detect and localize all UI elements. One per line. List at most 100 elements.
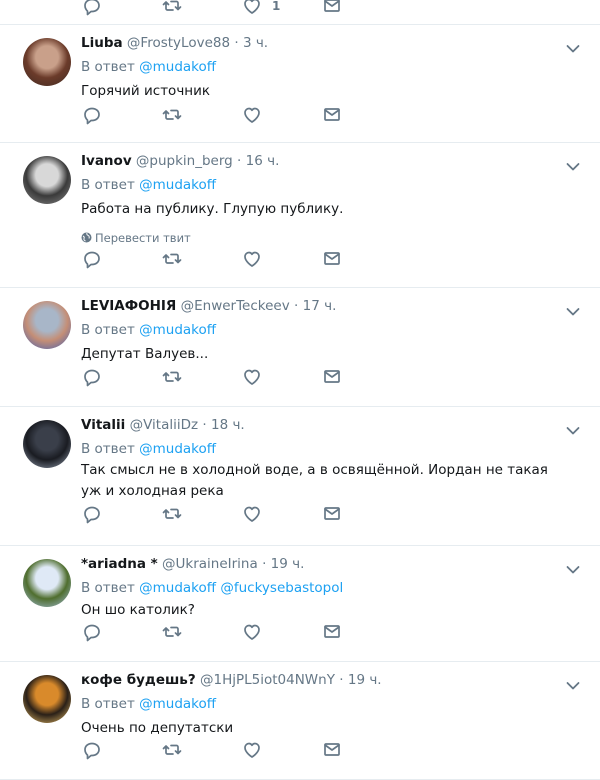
user-handle[interactable]: @UkraineIrina bbox=[162, 556, 258, 572]
retweet-icon[interactable] bbox=[161, 622, 183, 642]
reply-icon[interactable] bbox=[81, 249, 103, 269]
mention-link[interactable]: @fuckysebastopol bbox=[220, 580, 343, 596]
tweet-time[interactable]: 3 ч. bbox=[243, 35, 268, 51]
globe-icon bbox=[81, 231, 95, 245]
reply-icon[interactable] bbox=[81, 0, 103, 16]
avatar[interactable] bbox=[23, 675, 71, 723]
reply-prefix: В ответ bbox=[81, 59, 135, 75]
mention-link[interactable]: @mudakoff bbox=[139, 59, 216, 75]
user-name[interactable]: кофе будешь? bbox=[81, 672, 196, 688]
chevron-down-icon[interactable] bbox=[566, 676, 580, 690]
retweet-icon[interactable] bbox=[161, 249, 183, 269]
user-name[interactable]: Vitalii bbox=[81, 417, 125, 433]
tweet-time[interactable]: 18 ч. bbox=[211, 417, 245, 433]
reply-icon[interactable] bbox=[81, 504, 103, 524]
reply-context: В ответ @mudakoff bbox=[81, 177, 216, 193]
retweet-icon[interactable] bbox=[161, 0, 183, 16]
tweet-item[interactable]: кофе будешь? @1HjPL5iot04NWnY · 19 ч. В о… bbox=[0, 662, 600, 780]
user-name[interactable]: LEVIАФОНІЯ bbox=[81, 298, 176, 314]
avatar[interactable] bbox=[23, 559, 71, 607]
user-name[interactable]: Ivanov bbox=[81, 153, 132, 169]
direct-message-icon[interactable] bbox=[321, 0, 343, 16]
user-handle[interactable]: @FrostyLove88 bbox=[127, 35, 230, 51]
direct-message-icon[interactable] bbox=[321, 622, 343, 642]
separator-dot: · bbox=[262, 556, 267, 572]
mention-link[interactable]: @mudakoff bbox=[139, 322, 216, 338]
tweet-header: Ivanov @pupkin_berg · 16 ч. bbox=[81, 153, 279, 169]
reply-context: В ответ @mudakoff bbox=[81, 59, 216, 75]
chevron-down-icon[interactable] bbox=[566, 560, 580, 574]
tweet-text: Работа на публику. Глупую публику. bbox=[81, 201, 344, 217]
like-icon[interactable] bbox=[241, 0, 263, 16]
direct-message-icon[interactable] bbox=[321, 367, 343, 387]
reply-icon[interactable] bbox=[81, 105, 103, 125]
chevron-down-icon[interactable] bbox=[566, 157, 580, 171]
direct-message-icon[interactable] bbox=[321, 105, 343, 125]
avatar[interactable] bbox=[23, 301, 71, 349]
reply-icon[interactable] bbox=[81, 740, 103, 760]
tweet-time[interactable]: 17 ч. bbox=[303, 298, 337, 314]
tweet-time[interactable]: 16 ч. bbox=[246, 153, 280, 169]
tweet-header: *ariadna * @UkraineIrina · 19 ч. bbox=[81, 556, 304, 572]
tweet-text: Он шо католик? bbox=[81, 602, 195, 618]
chevron-down-icon[interactable] bbox=[566, 421, 580, 435]
separator-dot: · bbox=[237, 153, 242, 169]
user-handle[interactable]: @1HjPL5iot04NWnY bbox=[200, 672, 335, 688]
user-handle[interactable]: @EnwerTeckeev bbox=[181, 298, 290, 314]
like-icon[interactable] bbox=[241, 622, 263, 642]
mention-link[interactable]: @mudakoff bbox=[139, 441, 216, 457]
tweet-text: Так смысл не в холодной воде, а в освящё… bbox=[81, 462, 548, 499]
tweet-item[interactable]: *ariadna * @UkraineIrina · 19 ч. В ответ … bbox=[0, 546, 600, 662]
direct-message-icon[interactable] bbox=[321, 504, 343, 524]
tweet-actions bbox=[81, 504, 351, 524]
tweet-header: LEVIАФОНІЯ @EnwerTeckeev · 17 ч. bbox=[81, 298, 336, 314]
user-name[interactable]: *ariadna * bbox=[81, 556, 158, 572]
retweet-icon[interactable] bbox=[161, 740, 183, 760]
avatar[interactable] bbox=[23, 38, 71, 86]
mention-link[interactable]: @mudakoff bbox=[139, 580, 216, 596]
tweet-item[interactable]: Ivanov @pupkin_berg · 16 ч. В ответ @muda… bbox=[0, 143, 600, 288]
tweet-text: Очень по депутатски bbox=[81, 720, 234, 736]
tweet-header: Vitalii @VitaliiDz · 18 ч. bbox=[81, 417, 245, 433]
like-count: 1 bbox=[272, 0, 281, 13]
reply-context: В ответ @mudakoff bbox=[81, 441, 216, 457]
reply-prefix: В ответ bbox=[81, 696, 135, 712]
direct-message-icon[interactable] bbox=[321, 249, 343, 269]
mention-link[interactable]: @mudakoff bbox=[139, 177, 216, 193]
translate-label: Перевести твит bbox=[95, 231, 191, 245]
retweet-icon[interactable] bbox=[161, 105, 183, 125]
avatar[interactable] bbox=[23, 156, 71, 204]
like-icon[interactable] bbox=[241, 105, 263, 125]
user-name[interactable]: Liuba bbox=[81, 35, 123, 51]
like-icon[interactable] bbox=[241, 367, 263, 387]
user-handle[interactable]: @VitaliiDz bbox=[130, 417, 199, 433]
user-handle[interactable]: @pupkin_berg bbox=[136, 153, 233, 169]
tweet-time[interactable]: 19 ч. bbox=[348, 672, 382, 688]
tweet-actions bbox=[81, 622, 351, 642]
tweet-actions bbox=[81, 105, 351, 125]
avatar[interactable] bbox=[23, 420, 71, 468]
direct-message-icon[interactable] bbox=[321, 740, 343, 760]
top-tweet-actions: 1 bbox=[0, 0, 600, 25]
retweet-icon[interactable] bbox=[161, 367, 183, 387]
mention-link[interactable]: @mudakoff bbox=[139, 696, 216, 712]
tweet-time[interactable]: 19 ч. bbox=[271, 556, 305, 572]
tweet-text: Горячий источник bbox=[81, 83, 211, 99]
tweet-item[interactable]: Liuba @FrostyLove88 · 3 ч. В ответ @mudak… bbox=[0, 25, 600, 143]
like-icon[interactable] bbox=[241, 504, 263, 524]
reply-prefix: В ответ bbox=[81, 441, 135, 457]
tweet-item[interactable]: LEVIАФОНІЯ @EnwerTeckeev · 17 ч. В ответ … bbox=[0, 288, 600, 407]
like-icon[interactable] bbox=[241, 740, 263, 760]
chevron-down-icon[interactable] bbox=[566, 302, 580, 316]
chevron-down-icon[interactable] bbox=[566, 39, 580, 53]
reply-icon[interactable] bbox=[81, 367, 103, 387]
reply-prefix: В ответ bbox=[81, 177, 135, 193]
reply-context: В ответ @mudakoff bbox=[81, 696, 216, 712]
tweet-actions bbox=[81, 367, 351, 387]
reply-icon[interactable] bbox=[81, 622, 103, 642]
retweet-icon[interactable] bbox=[161, 504, 183, 524]
tweet-item[interactable]: Vitalii @VitaliiDz · 18 ч. В ответ @mudak… bbox=[0, 407, 600, 546]
separator-dot: · bbox=[202, 417, 207, 433]
like-icon[interactable] bbox=[241, 249, 263, 269]
translate-tweet-link[interactable]: Перевести твит bbox=[81, 231, 191, 245]
